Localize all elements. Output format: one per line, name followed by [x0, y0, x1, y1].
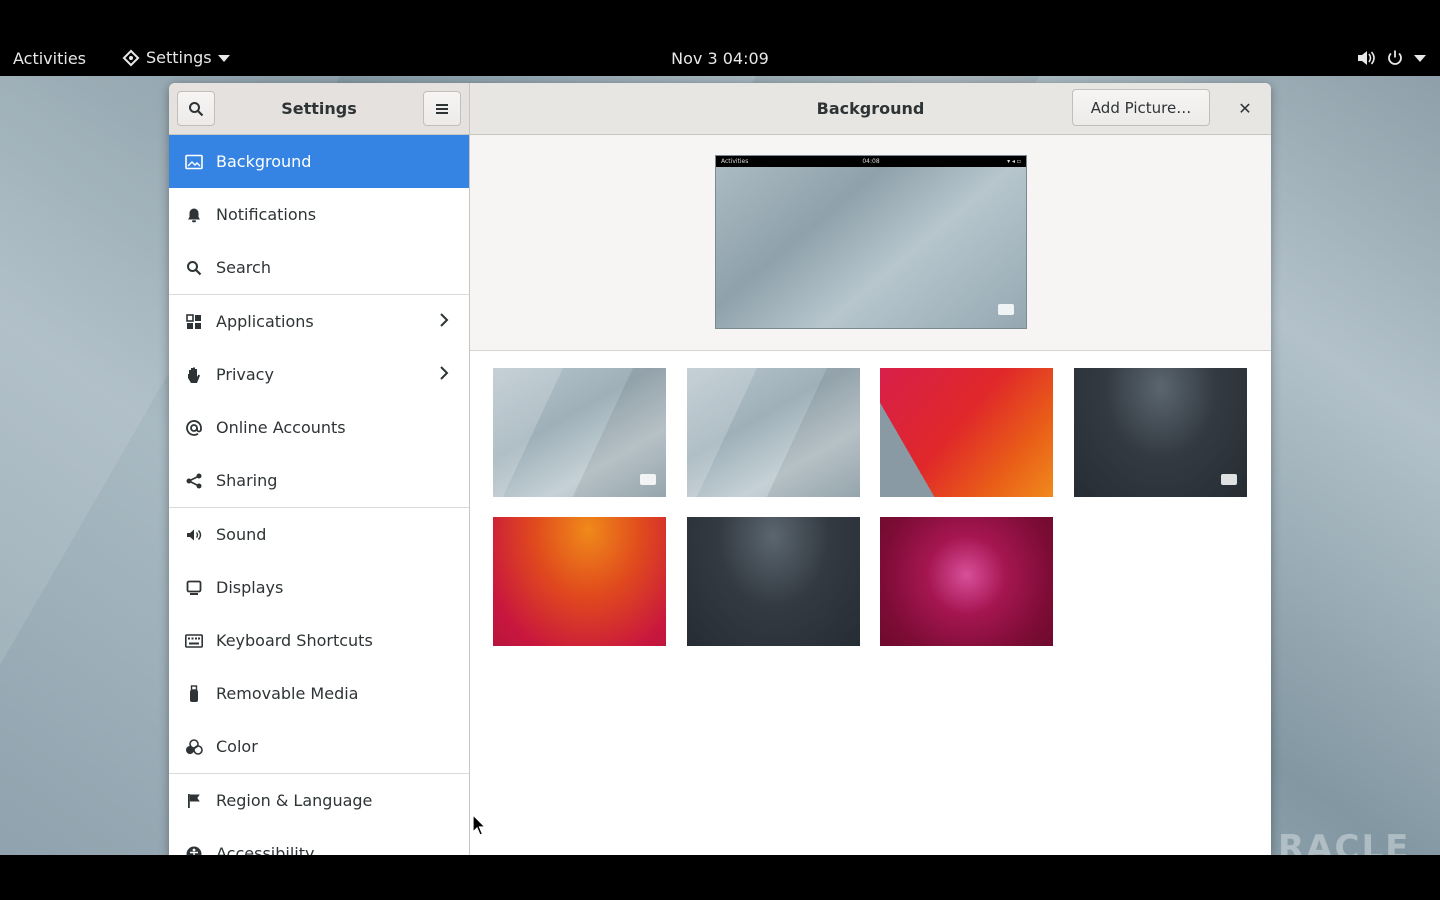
background-preview-area: Activities 04:08 ▾ ◂ ▫ — [470, 135, 1271, 351]
sidebar-item-notifications[interactable]: Notifications — [169, 188, 469, 241]
sidebar-item-label: Accessibility — [216, 844, 315, 855]
settings-sidebar: Background Notifications Search Applicat… — [169, 135, 470, 855]
sidebar-item-accessibility[interactable]: Accessibility — [169, 827, 469, 855]
wallpaper-thumbnail[interactable] — [493, 368, 666, 497]
bell-icon — [184, 205, 204, 225]
wallpaper-thumbnail[interactable] — [687, 517, 860, 646]
sidebar-item-search[interactable]: Search — [169, 241, 469, 294]
settings-app-icon — [122, 49, 140, 67]
close-window-button[interactable]: ✕ — [1230, 91, 1260, 126]
wallpaper-thumbnail[interactable] — [880, 368, 1053, 497]
grid-icon — [184, 312, 204, 332]
preview-clock: 04:08 — [862, 158, 880, 165]
sidebar-item-label: Privacy — [216, 365, 274, 384]
sidebar-item-color[interactable]: Color — [169, 720, 469, 773]
search-icon — [184, 258, 204, 278]
sidebar-item-label: Background — [216, 152, 312, 171]
share-icon — [184, 471, 204, 491]
mouse-cursor-icon — [472, 814, 486, 836]
hamburger-menu-button[interactable] — [423, 91, 461, 126]
sidebar-item-label: Removable Media — [216, 684, 359, 703]
content-headerbar: Background Add Picture… ✕ — [470, 83, 1271, 135]
color-icon — [184, 737, 204, 757]
slideshow-badge-icon — [998, 304, 1014, 315]
app-menu-label: Settings — [146, 48, 212, 67]
preview-topbar: Activities 04:08 ▾ ◂ ▫ — [716, 156, 1026, 167]
sidebar-item-online-accounts[interactable]: Online Accounts — [169, 401, 469, 454]
sidebar-item-label: Displays — [216, 578, 284, 597]
sidebar-item-background[interactable]: Background — [169, 135, 469, 188]
speaker-icon — [184, 525, 204, 545]
sidebar-item-sound[interactable]: Sound — [169, 508, 469, 561]
search-icon — [189, 101, 204, 116]
slideshow-badge-icon — [1221, 474, 1237, 485]
background-icon — [184, 152, 204, 172]
sidebar-item-sharing[interactable]: Sharing — [169, 454, 469, 507]
app-menu[interactable]: Settings — [122, 40, 230, 76]
sidebar-item-displays[interactable]: Displays — [169, 561, 469, 614]
wallpaper-thumbnail[interactable] — [880, 517, 1053, 646]
sidebar-item-privacy[interactable]: Privacy — [169, 348, 469, 401]
slideshow-badge-icon — [640, 474, 656, 485]
display-icon — [184, 578, 204, 598]
usb-icon — [184, 684, 204, 704]
preview-tray-icons: ▾ ◂ ▫ — [1007, 158, 1021, 165]
wallpaper-thumbnail[interactable] — [493, 517, 666, 646]
sidebar-item-label: Sharing — [216, 471, 278, 490]
system-tray[interactable] — [1356, 40, 1426, 76]
power-icon — [1388, 50, 1402, 65]
search-button[interactable] — [177, 91, 215, 126]
add-picture-button[interactable]: Add Picture… — [1072, 89, 1210, 126]
flag-icon — [184, 791, 204, 811]
sidebar-item-label: Search — [216, 258, 271, 277]
top-panel: Activities Settings Nov 3 04:09 — [0, 40, 1440, 76]
sidebar-headerbar: Settings — [169, 83, 470, 135]
hand-icon — [184, 365, 204, 385]
sidebar-item-removable-media[interactable]: Removable Media — [169, 667, 469, 720]
wallpaper-thumbnail[interactable] — [1074, 368, 1247, 497]
keyboard-icon — [184, 631, 204, 651]
settings-window: Settings Background Add Picture… ✕ Backg… — [169, 83, 1271, 855]
current-background-preview[interactable]: Activities 04:08 ▾ ◂ ▫ — [715, 155, 1027, 329]
sidebar-item-label: Applications — [216, 312, 314, 331]
chevron-right-icon — [440, 313, 449, 327]
volume-icon — [1358, 51, 1375, 65]
activities-button[interactable]: Activities — [13, 40, 86, 76]
letterbox-bottom — [0, 855, 1440, 900]
hamburger-icon — [436, 103, 448, 114]
sidebar-item-label: Sound — [216, 525, 267, 544]
sidebar-item-label: Color — [216, 737, 258, 756]
sidebar-item-keyboard-shortcuts[interactable]: Keyboard Shortcuts — [169, 614, 469, 667]
at-icon — [184, 418, 204, 438]
watermark-logo: RACLE — [1278, 828, 1411, 855]
sidebar-item-label: Region & Language — [216, 791, 373, 810]
settings-title: Settings — [281, 99, 357, 118]
sidebar-item-label: Online Accounts — [216, 418, 346, 437]
chevron-down-icon — [217, 54, 230, 62]
clock-label[interactable]: Nov 3 04:09 — [671, 49, 769, 68]
sidebar-item-label: Notifications — [216, 205, 317, 224]
sidebar-item-region-language[interactable]: Region & Language — [169, 774, 469, 827]
close-icon: ✕ — [1238, 99, 1252, 118]
letterbox-top — [0, 0, 1440, 40]
chevron-right-icon — [440, 366, 449, 380]
sidebar-item-applications[interactable]: Applications — [169, 295, 469, 348]
chevron-down-icon — [1414, 54, 1426, 62]
sidebar-item-label: Keyboard Shortcuts — [216, 631, 373, 650]
wallpaper-thumbnail[interactable] — [687, 368, 860, 497]
accessibility-icon — [184, 844, 204, 855]
